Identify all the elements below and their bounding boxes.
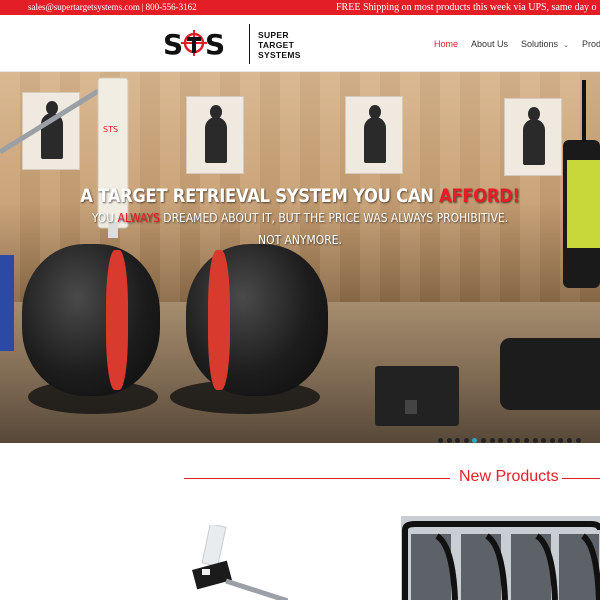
- slider-dot[interactable]: [549, 438, 555, 443]
- hero-subheadline-line-2: NOT ANYMORE.: [258, 232, 342, 247]
- section-title: New Products: [459, 468, 559, 485]
- site-header: S S SUPER TARGET SYSTEMS Home About Us S…: [0, 15, 600, 72]
- contact-info: sales@supertargetsystems.com | 800-556-316…: [28, 0, 197, 15]
- hero-headline-text: A TARGET RETRIEVAL SYSTEM YOU CAN: [80, 185, 440, 207]
- slider-pagination: [438, 430, 584, 443]
- logo-line-3: SYSTEMS: [258, 50, 301, 60]
- nav-solutions-label: Solutions: [521, 39, 559, 49]
- nav-home[interactable]: Home: [434, 39, 458, 49]
- chevron-down-icon: ⌄: [563, 42, 569, 49]
- hero-sub-highlight: ALWAYS: [117, 210, 160, 225]
- slider-dot[interactable]: [463, 438, 469, 443]
- slider-dot[interactable]: [480, 438, 486, 443]
- email-link[interactable]: sales@supertargetsystems.com: [28, 2, 140, 12]
- nav-products[interactable]: Prod: [582, 39, 600, 49]
- slider-dot[interactable]: [566, 438, 572, 443]
- nav-solutions[interactable]: Solutions ⌄: [521, 39, 569, 49]
- remote-antenna-image: [582, 80, 586, 142]
- hero-sub-pre: YOU: [91, 210, 118, 225]
- top-announcement-bar: sales@supertargetsystems.com | 800-556-316…: [0, 0, 600, 15]
- slider-dot[interactable]: [446, 438, 452, 443]
- nav-about-us[interactable]: About Us: [471, 39, 508, 49]
- hero-headline-highlight: AFFORD!: [439, 185, 520, 207]
- hero-subheadline: YOU ALWAYS DREAMED ABOUT IT, BUT THE PRI…: [42, 210, 558, 225]
- svg-text:S: S: [163, 28, 183, 59]
- slider-dot[interactable]: [523, 438, 529, 443]
- magazine-image: [375, 366, 459, 426]
- sts-logo-mark: S S: [163, 28, 225, 59]
- hero-headline: A TARGET RETRIEVAL SYSTEM YOU CAN AFFORD…: [42, 185, 558, 207]
- slider-dot[interactable]: [438, 438, 443, 443]
- logo-wordmark: SUPER TARGET SYSTEMS: [258, 30, 301, 60]
- svg-text:STS: STS: [103, 125, 118, 134]
- slider-dot[interactable]: [489, 438, 495, 443]
- logo-line-1: SUPER: [258, 30, 289, 40]
- range-target-image: [186, 96, 244, 174]
- slider-dot[interactable]: [532, 438, 538, 443]
- earmuff-left-image: [22, 244, 160, 396]
- hero-slider: STS A TARGET RETRIEVAL SYSTEM YOU CAN AF…: [0, 72, 600, 443]
- shipping-promo-text: FREE Shipping on most products this week…: [336, 2, 597, 13]
- logo-line-2: TARGET: [258, 40, 295, 50]
- section-divider-right: [562, 478, 600, 479]
- phone-link[interactable]: 800-556-3162: [146, 2, 197, 12]
- site-logo[interactable]: S S SUPER TARGET SYSTEMS: [163, 24, 308, 64]
- contact-separator: |: [141, 2, 144, 12]
- logo-divider: [249, 24, 250, 64]
- svg-text:S: S: [205, 28, 225, 59]
- range-target-image: [504, 98, 562, 176]
- product-image-target-arm[interactable]: [188, 525, 288, 600]
- section-divider-left: [184, 478, 450, 479]
- remote-control-image: [563, 140, 600, 288]
- product-box-edge-image: [0, 255, 14, 351]
- product-image-target-stand[interactable]: [401, 516, 600, 600]
- pistol-image: [500, 338, 600, 410]
- hero-sub-post: DREAMED ABOUT IT, BUT THE PRICE WAS ALWA…: [159, 210, 509, 225]
- slider-dot[interactable]: [575, 438, 581, 443]
- slider-dot[interactable]: [506, 438, 512, 443]
- range-target-image: [345, 96, 403, 174]
- earmuff-right-image: [186, 244, 328, 396]
